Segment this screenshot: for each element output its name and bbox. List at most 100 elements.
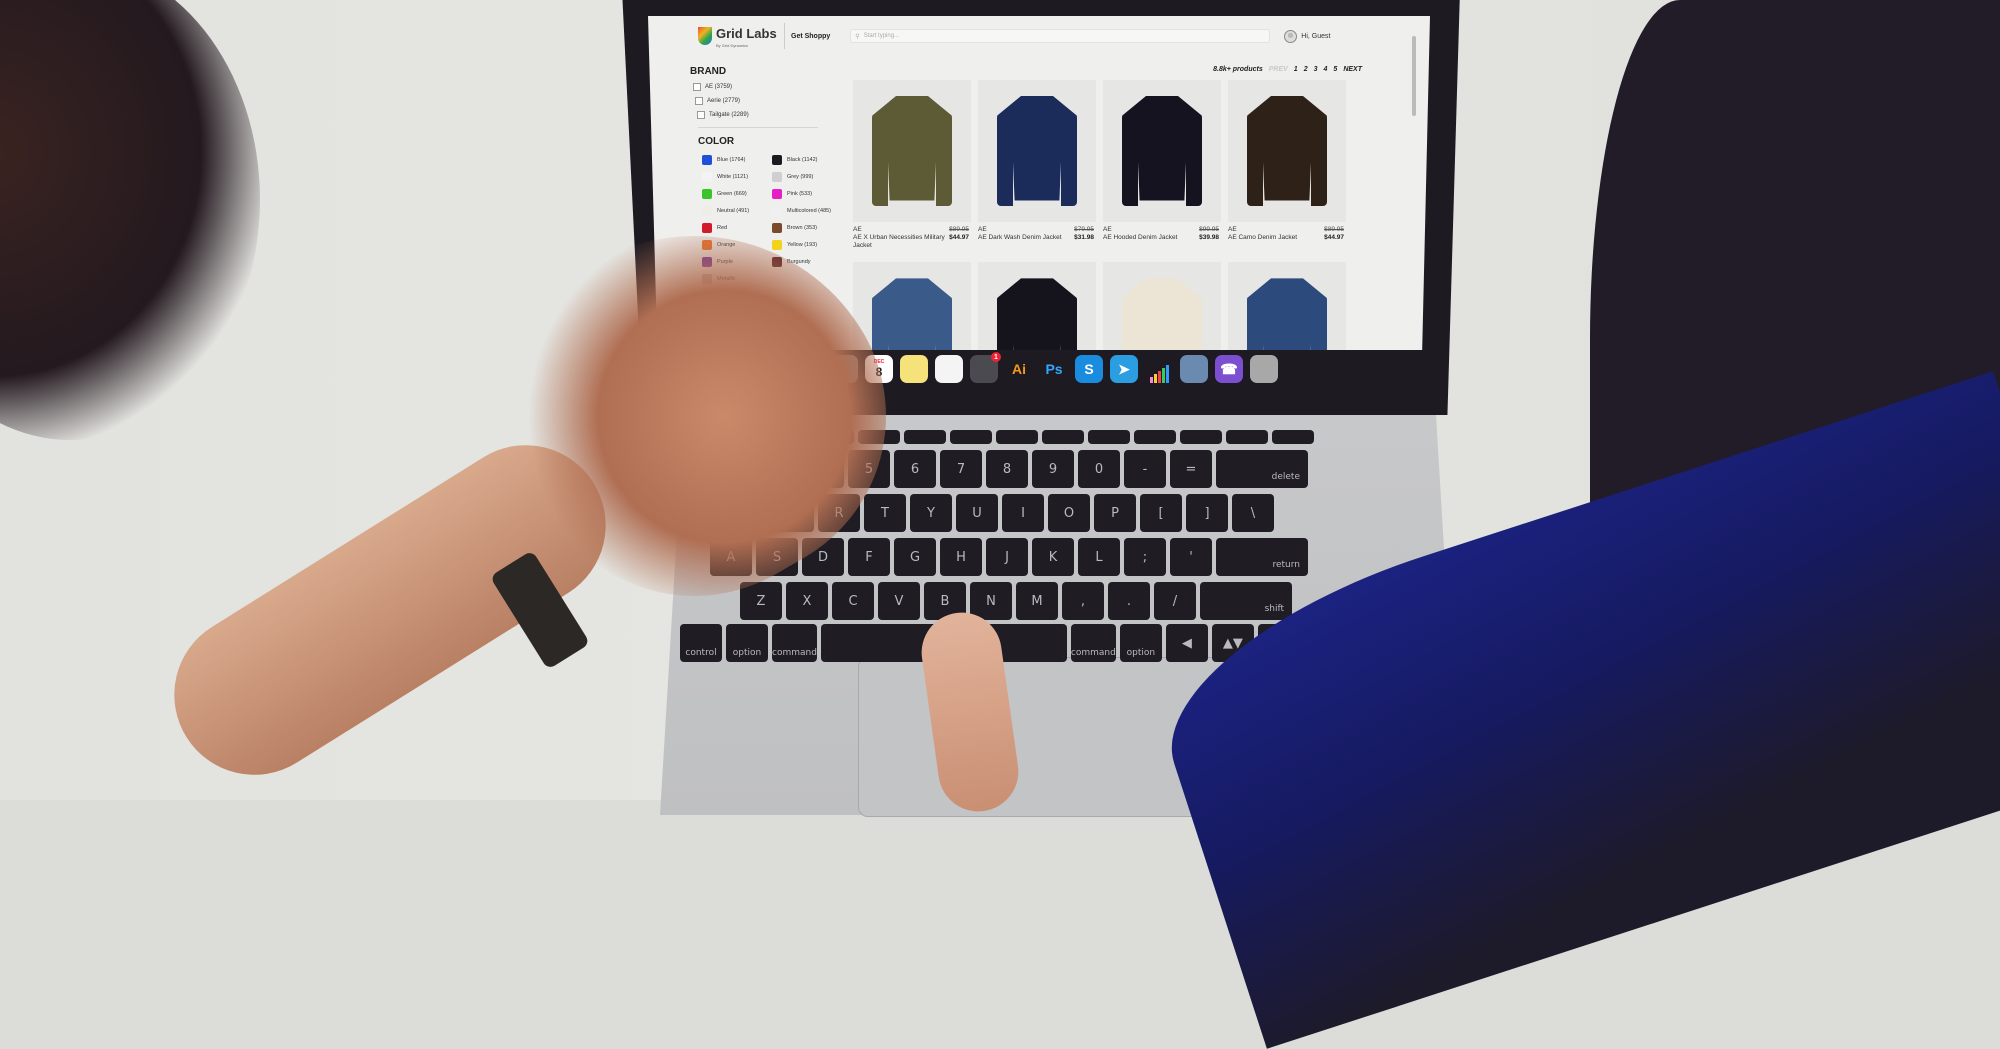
product-card[interactable] bbox=[853, 262, 975, 350]
key-H[interactable]: H bbox=[940, 538, 982, 576]
photoshop-icon[interactable]: Ps bbox=[1040, 355, 1068, 383]
key-shift[interactable]: shift bbox=[1200, 582, 1292, 620]
key-M[interactable]: M bbox=[1016, 582, 1058, 620]
key-F[interactable]: F bbox=[848, 538, 890, 576]
key-Z[interactable]: Z bbox=[740, 582, 782, 620]
function-key[interactable] bbox=[996, 430, 1038, 444]
prev-page-button[interactable]: PREV bbox=[1269, 66, 1288, 73]
product-image[interactable] bbox=[1103, 262, 1221, 350]
page-3-button[interactable]: 3 bbox=[1314, 66, 1318, 73]
page-2-button[interactable]: 2 bbox=[1304, 66, 1308, 73]
color-swatch[interactable] bbox=[772, 206, 782, 216]
color-swatch[interactable] bbox=[702, 206, 712, 216]
key-control[interactable]: control bbox=[680, 624, 722, 662]
key-J[interactable]: J bbox=[986, 538, 1028, 576]
key-[interactable]: ] bbox=[1186, 494, 1228, 532]
key-[interactable]: = bbox=[1170, 450, 1212, 488]
color-filter-item[interactable]: White (1121) bbox=[702, 172, 772, 182]
key-L[interactable]: L bbox=[1078, 538, 1120, 576]
brand-filter-item[interactable]: AE (3759) bbox=[693, 83, 820, 91]
key-C[interactable]: C bbox=[832, 582, 874, 620]
color-swatch[interactable] bbox=[772, 189, 782, 199]
deezer-icon[interactable] bbox=[1145, 355, 1173, 383]
product-card[interactable]: AE $89.95 AE Camo Denim Jacket $44.97 bbox=[1228, 80, 1350, 250]
function-key[interactable] bbox=[1226, 430, 1268, 444]
color-filter-item[interactable]: Multicolored (485) bbox=[772, 206, 842, 216]
brand-filter-item[interactable]: Aerie (2779) bbox=[695, 97, 820, 105]
function-key[interactable] bbox=[1042, 430, 1084, 444]
page-4-button[interactable]: 4 bbox=[1324, 66, 1328, 73]
search-input[interactable]: ⚲ Start typing... bbox=[850, 29, 1271, 43]
product-name[interactable]: AE Camo Denim Jacket bbox=[1228, 234, 1324, 242]
key-command[interactable]: command bbox=[772, 624, 817, 662]
product-card[interactable] bbox=[1103, 262, 1225, 350]
product-card[interactable] bbox=[978, 262, 1100, 350]
grid-labs-logo[interactable]: Grid Labs By Grid Dynamics bbox=[698, 25, 778, 48]
telegram-icon[interactable]: ➤ bbox=[1110, 355, 1138, 383]
color-filter-item[interactable]: Red bbox=[702, 223, 772, 233]
skype-icon[interactable]: S bbox=[1075, 355, 1103, 383]
color-swatch[interactable] bbox=[702, 155, 712, 165]
product-card[interactable]: AE $99.95 AE Hooded Denim Jacket $39.98 bbox=[1103, 80, 1225, 250]
checkbox[interactable] bbox=[697, 111, 705, 119]
key-O[interactable]: O bbox=[1048, 494, 1090, 532]
checkbox[interactable] bbox=[693, 83, 701, 91]
key-U[interactable]: U bbox=[956, 494, 998, 532]
color-filter-item[interactable]: Black (1142) bbox=[772, 155, 842, 165]
preview-icon[interactable] bbox=[1180, 355, 1208, 383]
key-0[interactable]: 0 bbox=[1078, 450, 1120, 488]
key-[interactable]: [ bbox=[1140, 494, 1182, 532]
color-filter-item[interactable]: Blue (1764) bbox=[702, 155, 772, 165]
function-key[interactable] bbox=[904, 430, 946, 444]
color-swatch[interactable] bbox=[702, 223, 712, 233]
product-image[interactable] bbox=[853, 80, 971, 222]
key-X[interactable]: X bbox=[786, 582, 828, 620]
color-swatch[interactable] bbox=[772, 172, 782, 182]
key-[interactable]: . bbox=[1108, 582, 1150, 620]
archive-icon[interactable] bbox=[1250, 355, 1278, 383]
color-filter-item[interactable]: Yellow (193) bbox=[772, 240, 842, 250]
product-image[interactable] bbox=[978, 262, 1096, 350]
key-V[interactable]: V bbox=[878, 582, 920, 620]
key-7[interactable]: 7 bbox=[940, 450, 982, 488]
product-image[interactable] bbox=[1228, 80, 1346, 222]
get-shoppy-link[interactable]: Get Shoppy bbox=[791, 33, 830, 40]
key-[interactable]: , bbox=[1062, 582, 1104, 620]
color-swatch[interactable] bbox=[772, 155, 782, 165]
scrollbar[interactable] bbox=[1412, 36, 1416, 116]
function-key[interactable] bbox=[950, 430, 992, 444]
key-I[interactable]: I bbox=[1002, 494, 1044, 532]
key-P[interactable]: P bbox=[1094, 494, 1136, 532]
key-[interactable]: / bbox=[1154, 582, 1196, 620]
key-[interactable]: - bbox=[1124, 450, 1166, 488]
color-filter-item[interactable]: Pink (533) bbox=[772, 189, 842, 199]
key-G[interactable]: G bbox=[894, 538, 936, 576]
product-name[interactable]: AE Dark Wash Denim Jacket bbox=[978, 234, 1074, 242]
color-swatch[interactable] bbox=[772, 223, 782, 233]
key-command[interactable]: command bbox=[1070, 624, 1116, 662]
product-card[interactable]: AE $89.95 AE X Urban Necessities Military … bbox=[853, 80, 975, 250]
key-[interactable]: ; bbox=[1124, 538, 1166, 576]
color-swatch[interactable] bbox=[772, 240, 782, 250]
key-[interactable]: \ bbox=[1232, 494, 1274, 532]
color-filter-item[interactable]: Grey (999) bbox=[772, 172, 842, 182]
color-filter-item[interactable]: Green (669) bbox=[702, 189, 772, 199]
illustrator-icon[interactable]: Ai bbox=[1005, 355, 1033, 383]
product-image[interactable] bbox=[1228, 262, 1346, 350]
viber-icon[interactable]: ☎ bbox=[1215, 355, 1243, 383]
key-option[interactable]: option bbox=[1119, 624, 1162, 662]
key-[interactable]: ◀ bbox=[1165, 624, 1208, 662]
product-image[interactable] bbox=[978, 80, 1096, 222]
brand-filter-item[interactable]: Tailgate (2289) bbox=[697, 111, 820, 119]
color-swatch[interactable] bbox=[702, 189, 712, 199]
user-menu[interactable]: Hi, Guest bbox=[1284, 29, 1330, 43]
function-key[interactable] bbox=[1088, 430, 1130, 444]
notes-icon[interactable] bbox=[900, 355, 928, 383]
key-[interactable]: ' bbox=[1170, 538, 1212, 576]
product-image[interactable] bbox=[853, 262, 971, 350]
product-name[interactable]: AE X Urban Necessities Military Jacket bbox=[853, 234, 949, 250]
color-swatch[interactable] bbox=[702, 172, 712, 182]
product-name[interactable]: AE Hooded Denim Jacket bbox=[1103, 234, 1199, 242]
system-preferences-icon[interactable]: 1 bbox=[970, 352, 1001, 383]
color-filter-item[interactable]: Neutral (491) bbox=[702, 206, 772, 216]
